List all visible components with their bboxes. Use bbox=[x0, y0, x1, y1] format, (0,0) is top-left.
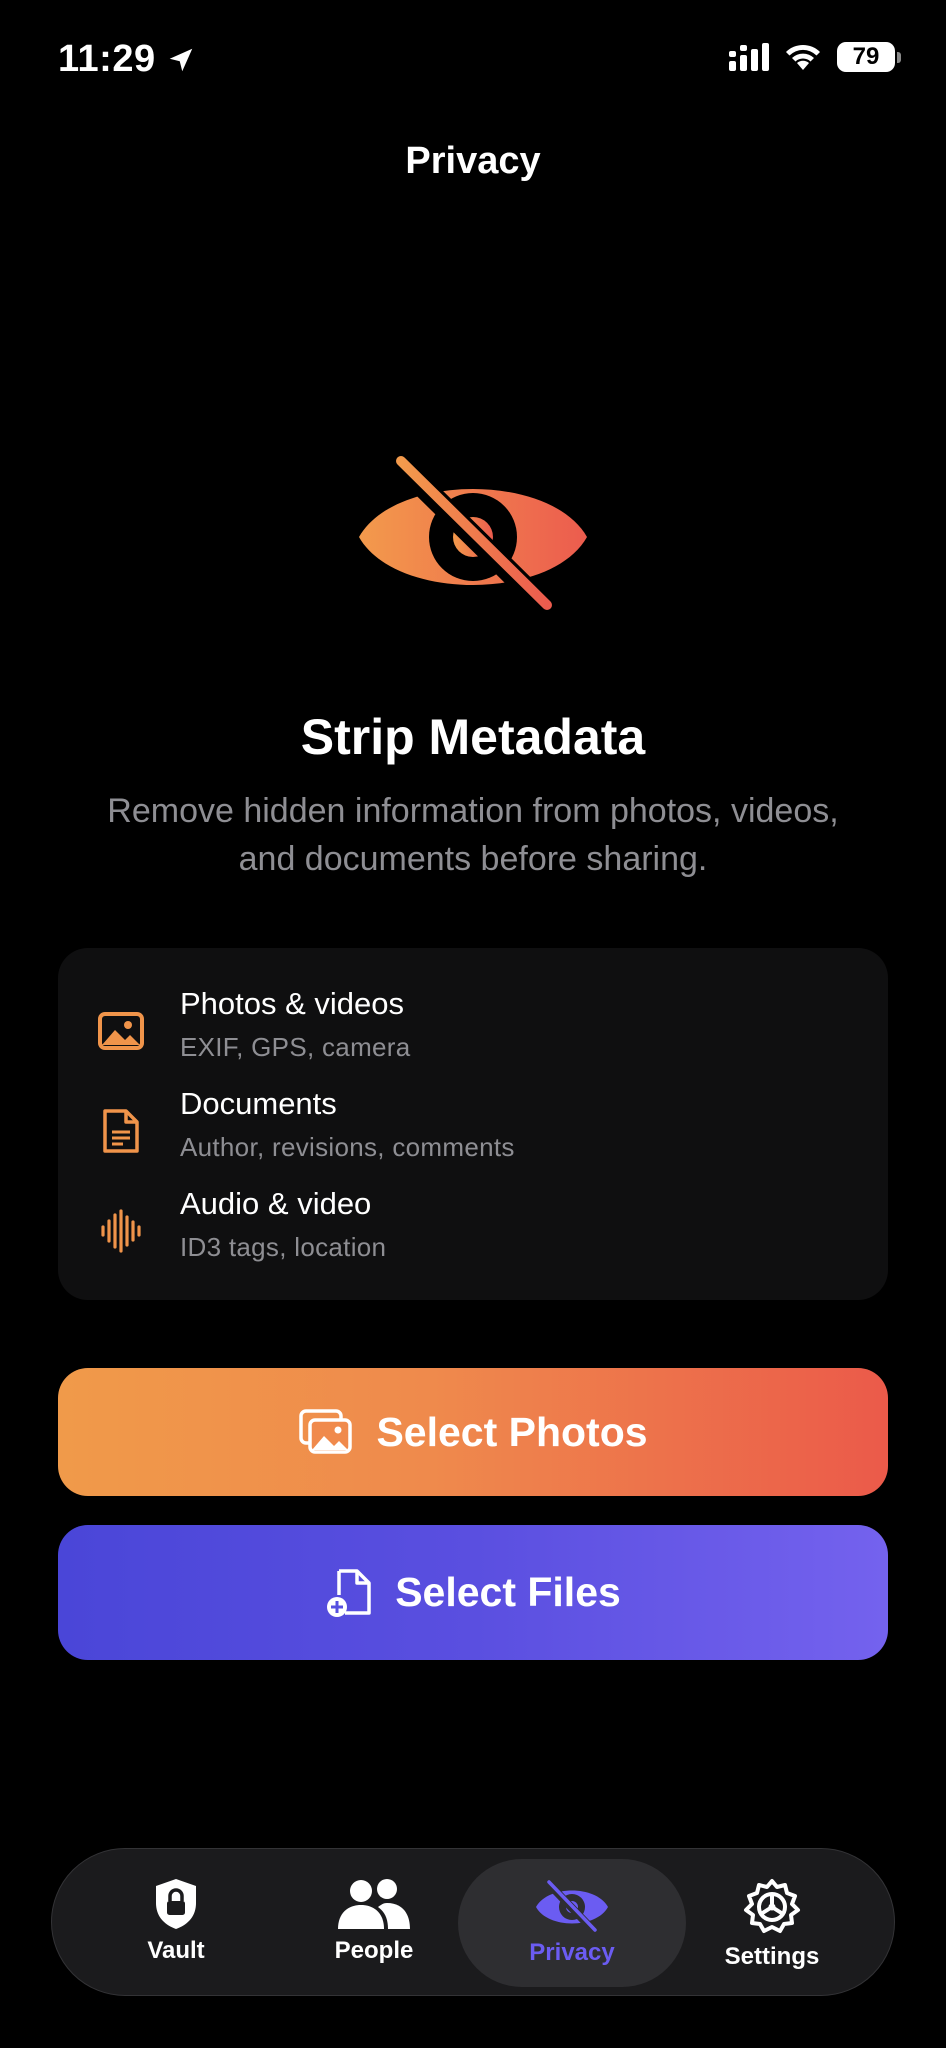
wifi-icon bbox=[786, 44, 820, 70]
tab-privacy[interactable]: Privacy bbox=[458, 1859, 686, 1987]
select-files-button[interactable]: Select Files bbox=[58, 1525, 888, 1660]
page-title: Privacy bbox=[405, 140, 541, 182]
document-icon bbox=[96, 1106, 146, 1156]
eye-slash-icon bbox=[359, 455, 587, 615]
feature-audio-video: Audio & video ID3 tags, location bbox=[58, 1184, 888, 1274]
hero-subtitle: Remove hidden information from photos, v… bbox=[107, 792, 839, 878]
waveform-icon bbox=[96, 1206, 146, 1256]
people-icon bbox=[338, 1879, 410, 1929]
add-document-icon bbox=[327, 1568, 371, 1617]
feature-documents: Documents Author, revisions, comments bbox=[58, 1084, 888, 1174]
eye-slash-icon bbox=[536, 1879, 608, 1933]
gear-icon bbox=[744, 1879, 800, 1933]
hero-title: Strip Metadata bbox=[300, 709, 646, 765]
status-bar: 11:29 79 bbox=[0, 0, 946, 120]
status-time: 11:29 bbox=[58, 38, 196, 81]
location-arrow-icon bbox=[169, 48, 192, 71]
tab-bar: Vault People Privacy Settings bbox=[51, 1848, 895, 1996]
select-photos-button[interactable]: Select Photos bbox=[58, 1368, 888, 1496]
photo-icon bbox=[96, 1006, 146, 1056]
cellular-signal-icon bbox=[729, 43, 769, 71]
features-card: Photos & videos EXIF, GPS, camera Docume… bbox=[58, 948, 888, 1300]
lock-shield-icon bbox=[156, 1879, 196, 1929]
status-indicators: 79 bbox=[729, 42, 901, 72]
tab-settings[interactable]: Settings bbox=[672, 1849, 872, 1994]
tab-vault[interactable]: Vault bbox=[76, 1849, 276, 1994]
photo-stack-icon bbox=[299, 1409, 353, 1454]
battery-indicator: 79 bbox=[837, 42, 901, 72]
tab-people[interactable]: People bbox=[274, 1849, 474, 1994]
feature-photos-videos: Photos & videos EXIF, GPS, camera bbox=[58, 984, 888, 1074]
